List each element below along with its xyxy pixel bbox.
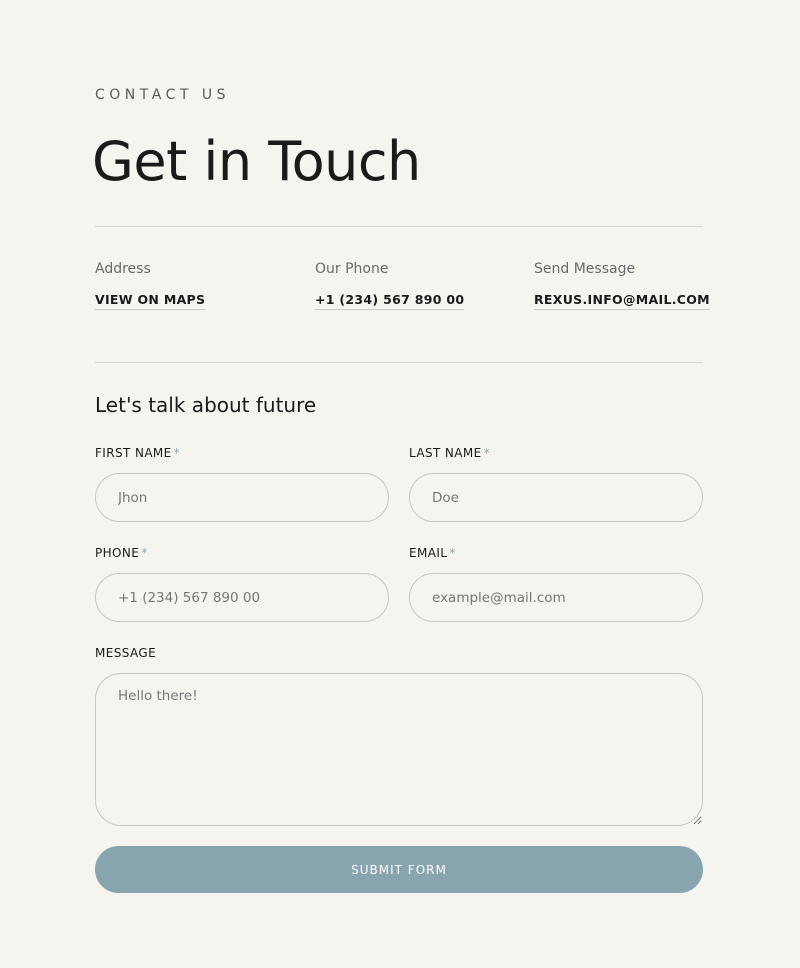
last-name-label-text: LAST NAME bbox=[409, 446, 482, 460]
form-title: Let's talk about future bbox=[95, 393, 317, 417]
info-phone-label: Our Phone bbox=[315, 261, 389, 277]
email-label: EMAIL * bbox=[409, 546, 456, 560]
first-name-input[interactable] bbox=[95, 473, 389, 522]
info-message: Send Message REXUS.INFO@MAIL.COM bbox=[534, 261, 710, 310]
info-phone: Our Phone +1 (234) 567 890 00 bbox=[315, 261, 465, 310]
info-address: Address VIEW ON MAPS bbox=[95, 261, 206, 310]
required-mark: * bbox=[483, 446, 491, 460]
message-label: MESSAGE bbox=[95, 646, 156, 660]
message-textarea[interactable] bbox=[95, 673, 703, 826]
view-on-maps-link[interactable]: VIEW ON MAPS bbox=[95, 292, 206, 310]
email-label-text: EMAIL bbox=[409, 546, 448, 560]
last-name-input[interactable] bbox=[409, 473, 703, 522]
info-address-label: Address bbox=[95, 261, 151, 277]
email-input[interactable] bbox=[409, 573, 703, 622]
first-name-label: FIRST NAME * bbox=[95, 446, 180, 460]
submit-form-button[interactable]: SUBMIT FORM bbox=[95, 846, 703, 893]
required-mark: * bbox=[141, 546, 148, 560]
divider-top bbox=[95, 226, 703, 227]
first-name-label-text: FIRST NAME bbox=[95, 446, 172, 460]
required-mark: * bbox=[173, 446, 181, 460]
divider-middle bbox=[95, 362, 703, 363]
phone-label-text: PHONE bbox=[95, 546, 140, 560]
page-title: Get in Touch bbox=[92, 130, 421, 193]
section-eyebrow: CONTACT US bbox=[95, 87, 230, 103]
phone-input[interactable] bbox=[95, 573, 389, 622]
info-message-label: Send Message bbox=[534, 261, 636, 277]
phone-link[interactable]: +1 (234) 567 890 00 bbox=[315, 292, 465, 310]
email-link[interactable]: REXUS.INFO@MAIL.COM bbox=[534, 292, 710, 310]
required-mark: * bbox=[449, 546, 456, 560]
last-name-label: LAST NAME * bbox=[409, 446, 490, 460]
message-label-text: MESSAGE bbox=[95, 646, 157, 660]
phone-label: PHONE * bbox=[95, 546, 148, 560]
